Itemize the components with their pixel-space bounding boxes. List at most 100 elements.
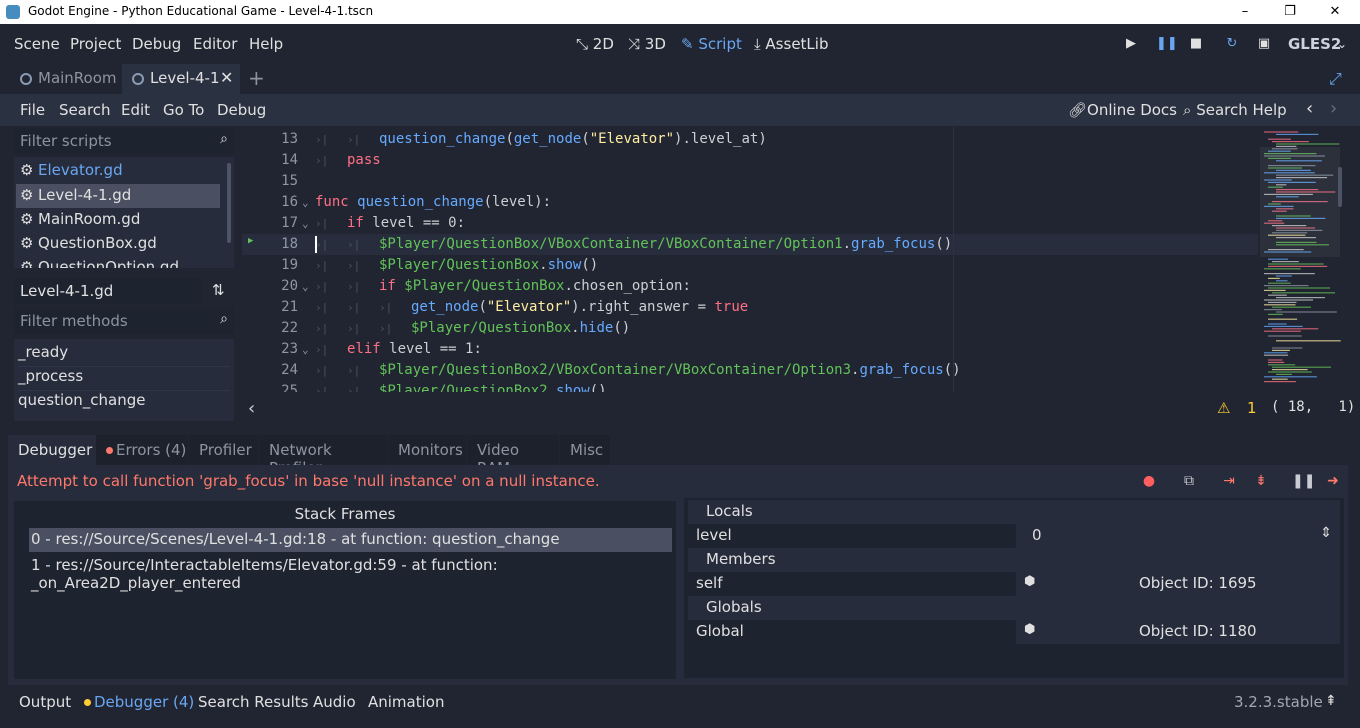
globals-section[interactable]: Globals xyxy=(688,596,1340,620)
spinner-arrows-icon[interactable]: ⇕ xyxy=(1320,525,1332,541)
tab-misc[interactable]: Misc xyxy=(560,435,610,465)
minimap-viewport[interactable] xyxy=(1260,147,1340,257)
renderer-select[interactable]: GLES2 xyxy=(1288,35,1341,53)
close-window-button[interactable]: ✕ xyxy=(1312,1,1358,23)
toggle-scripts-panel-icon[interactable]: ‹ xyxy=(248,398,255,419)
code-line[interactable]: 17 ⌄ ›| if level == 0: xyxy=(242,213,1258,234)
fold-arrow-icon[interactable]: ⌄ xyxy=(302,196,309,209)
fold-arrow-icon[interactable]: ⌄ xyxy=(302,280,309,293)
distraction-free-icon[interactable]: ⤢ xyxy=(1329,69,1342,89)
code-minimap[interactable] xyxy=(1260,127,1344,392)
menu-project[interactable]: Project xyxy=(70,35,121,53)
script-menu-file[interactable]: File xyxy=(20,101,45,119)
scrollbar[interactable] xyxy=(1338,167,1342,207)
tab-debugger[interactable]: Debugger xyxy=(8,435,96,465)
pause-icon[interactable]: ❚❚ xyxy=(1156,36,1178,52)
script-item-questionoption[interactable]: ⚙ QuestionOption.gd xyxy=(16,256,220,268)
step-over-icon[interactable]: ⇟ xyxy=(1252,473,1270,491)
history-back-icon[interactable]: ‹ xyxy=(1306,98,1313,119)
script-menu-edit[interactable]: Edit xyxy=(121,101,150,119)
play-icon[interactable]: ▶ xyxy=(1123,36,1139,52)
search-help-button[interactable]: ⌕ Search Help xyxy=(1183,101,1287,119)
add-tab-icon[interactable]: + xyxy=(248,66,265,90)
continue-icon[interactable]: ➜ xyxy=(1324,473,1342,491)
code-line[interactable]: ▶ 18 ›| ›| $Player/QuestionBox/VBoxContainer… xyxy=(242,234,1258,255)
play-scene-icon[interactable]: ↻ xyxy=(1224,36,1240,52)
variable-value-field[interactable]: ⬢ Object ID: 1180 xyxy=(1016,620,1340,644)
tab-mainroom[interactable]: MainRoom xyxy=(10,64,122,94)
minimap-line xyxy=(1272,141,1309,143)
code-line[interactable]: 19 ›| ›| $Player/QuestionBox.show() xyxy=(242,255,1258,276)
fold-arrow-icon[interactable]: ⌄ xyxy=(302,217,309,230)
online-docs-button[interactable]: 🔗︎Online Docs xyxy=(1068,101,1177,119)
code-line[interactable]: 22 ›| ›| ›| $Player/QuestionBox.hide() xyxy=(242,318,1258,339)
method-item[interactable]: _ready xyxy=(18,343,230,367)
variable-value-field[interactable]: ⬢ Object ID: 1695 xyxy=(1016,572,1340,596)
script-menu-goto[interactable]: Go To xyxy=(163,101,204,119)
locals-section[interactable]: Locals xyxy=(688,500,1340,524)
step-into-icon[interactable]: ⇥ xyxy=(1220,473,1238,491)
code-line[interactable]: 13 ›| ›| question_change(get_node("Elevator… xyxy=(242,129,1258,150)
stop-icon[interactable]: ■ xyxy=(1188,36,1204,52)
minimize-button[interactable]: – xyxy=(1222,1,1268,23)
script-item-level-4-1[interactable]: ⚙ Level-4-1.gd xyxy=(16,184,220,208)
menu-help[interactable]: Help xyxy=(249,35,283,53)
filter-methods-input[interactable]: Filter methods ⌕ xyxy=(14,308,234,334)
chevron-down-icon[interactable]: ⌄ xyxy=(1337,37,1347,51)
current-script-field[interactable]: Level-4-1.gd xyxy=(14,278,202,304)
variable-value-field[interactable]: 0 ⇕ xyxy=(1016,524,1340,548)
fold-arrow-icon[interactable]: ⌄ xyxy=(302,343,309,356)
close-tab-icon[interactable]: ✕ xyxy=(220,68,233,87)
method-item[interactable]: _process xyxy=(18,367,230,391)
tab-debugger-bottom[interactable]: Debugger (4) xyxy=(84,693,194,711)
script-menu-debug[interactable]: Debug xyxy=(217,101,266,119)
tab-animation[interactable]: Animation xyxy=(368,693,444,711)
tab-video-ram[interactable]: Video RAM xyxy=(467,435,559,477)
code-line[interactable]: 14 ›| pass xyxy=(242,150,1258,171)
tab-network-profiler[interactable]: Network Profiler xyxy=(259,435,387,477)
code-line[interactable]: 20 ⌄ ›| ›| if $Player/QuestionBox.chosen_opt… xyxy=(242,276,1258,297)
code-line[interactable]: 16 ⌄ func question_change(level): xyxy=(242,192,1258,213)
breakpoint-icon[interactable]: ● xyxy=(1140,473,1158,491)
break-icon[interactable]: ❚❚ xyxy=(1292,473,1315,491)
script-item-elevator[interactable]: ⚙ Elevator.gd xyxy=(16,159,220,183)
menu-editor[interactable]: Editor xyxy=(193,35,237,53)
code-editor[interactable]: 13 ›| ›| question_change(get_node("Elevator… xyxy=(242,127,1346,392)
tab-search-results[interactable]: Search Results xyxy=(198,693,308,711)
tab-monitors[interactable]: Monitors xyxy=(388,435,466,465)
minimap-line xyxy=(1268,361,1285,363)
method-item[interactable]: question_change xyxy=(18,391,230,415)
mode-assetlib-button[interactable]: ⤓ AssetLib xyxy=(754,35,828,53)
stack-frame-item[interactable]: 0 - res://Source/Scenes/Level-4-1.gd:18 … xyxy=(29,528,672,552)
mode-script-button[interactable]: ✎ Script xyxy=(681,35,742,53)
tab-level-4-1[interactable]: Level-4-1 ✕ xyxy=(122,64,240,94)
mode-2d-button[interactable]: ⤡ 2D xyxy=(576,35,614,53)
menu-scene[interactable]: Scene xyxy=(14,35,60,53)
code-line[interactable]: 23 ⌄ ›| elif level == 1: xyxy=(242,339,1258,360)
copy-icon[interactable]: ⧉ xyxy=(1180,473,1198,491)
sort-icon[interactable]: ⇅ xyxy=(212,281,225,299)
code-line[interactable]: 25 ›| ›| $Player/QuestionBox2.show() xyxy=(242,381,1258,392)
filter-scripts-input[interactable]: Filter scripts ⌕ xyxy=(14,128,234,154)
tab-profiler[interactable]: Profiler xyxy=(189,435,258,465)
code-line[interactable]: 15 xyxy=(242,171,1258,192)
code-text: $Player/QuestionBox.show() xyxy=(379,257,598,273)
play-custom-scene-icon[interactable]: ▣ xyxy=(1256,36,1272,52)
mode-3d-button[interactable]: ⤨ 3D xyxy=(628,35,666,53)
tab-errors[interactable]: Errors (4) xyxy=(96,435,188,465)
script-item-mainroom[interactable]: ⚙ MainRoom.gd xyxy=(16,208,220,232)
script-item-questionbox[interactable]: ⚙ QuestionBox.gd xyxy=(16,232,220,256)
code-line[interactable]: 24 ›| ›| $Player/QuestionBox2/VBoxContainer… xyxy=(242,360,1258,381)
menu-debug[interactable]: Debug xyxy=(132,35,181,53)
warning-icon[interactable]: ⚠ xyxy=(1217,399,1230,417)
stack-frame-item[interactable]: 1 - res://Source/InteractableItems/Eleva… xyxy=(29,554,672,592)
members-section[interactable]: Members xyxy=(688,548,1340,572)
history-forward-icon[interactable]: › xyxy=(1330,98,1337,119)
expand-panel-icon[interactable]: ⇞ xyxy=(1325,693,1337,709)
code-line[interactable]: 21 ›| ›| ›| get_node("Elevator").right_answe… xyxy=(242,297,1258,318)
tab-audio[interactable]: Audio xyxy=(313,693,356,711)
maximize-button[interactable]: ❐ xyxy=(1267,1,1313,23)
script-menu-search[interactable]: Search xyxy=(59,101,111,119)
tab-output[interactable]: Output xyxy=(19,693,71,711)
scrollbar[interactable] xyxy=(227,163,231,243)
